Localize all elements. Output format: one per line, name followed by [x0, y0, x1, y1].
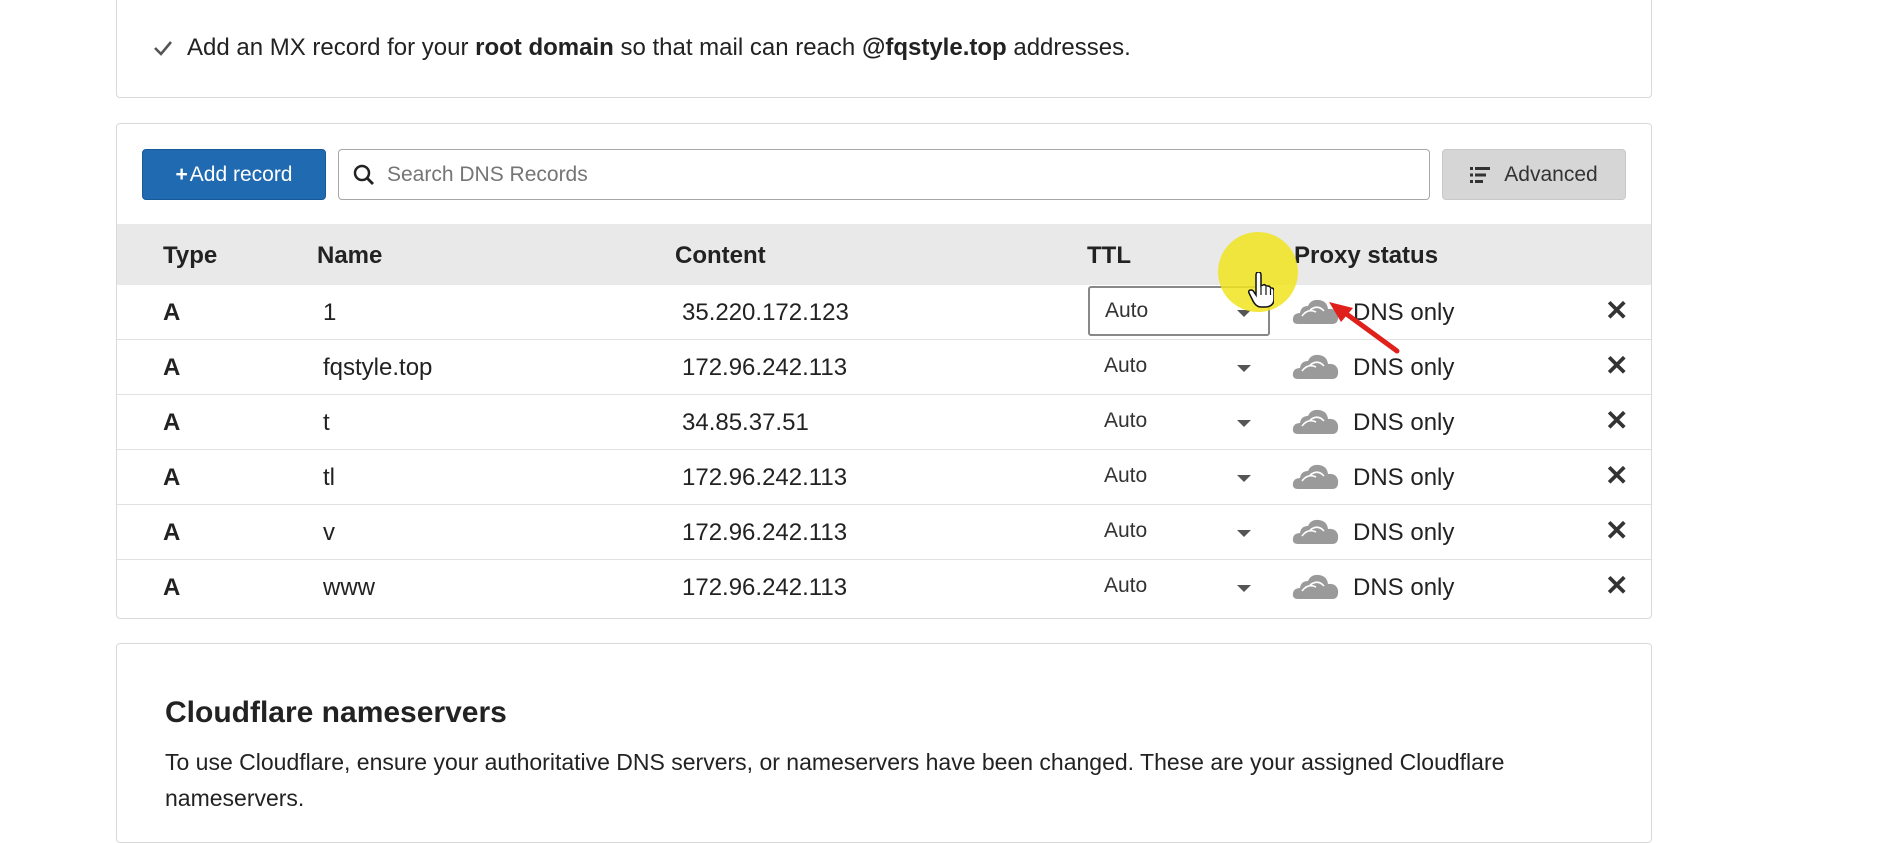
- plus-icon: +: [175, 162, 188, 186]
- header-name: Name: [317, 242, 383, 269]
- red-arrow-icon: [1329, 302, 1400, 354]
- mx-notice-root-domain: root domain: [475, 34, 614, 61]
- nameservers-card: Cloudflare nameservers To use Cloudflare…: [116, 643, 1652, 843]
- dns-records-card: +Add record Advanced Type Name Content T…: [116, 123, 1652, 619]
- record-type: A: [163, 464, 181, 491]
- table-row[interactable]: A www 172.96.242.113 Auto DNS only ✕: [117, 560, 1651, 615]
- nameservers-description: To use Cloudflare, ensure your authorita…: [165, 749, 1505, 811]
- table-header: Type Name Content TTL Proxy status: [117, 224, 1651, 285]
- mx-notice-card: Add an MX record for your root domain so…: [116, 0, 1652, 98]
- proxy-status: DNS only: [1353, 354, 1455, 381]
- table-row[interactable]: A 1 35.220.172.123 Auto DNS only ✕: [117, 285, 1651, 340]
- hand-cursor-icon: [1248, 272, 1274, 308]
- cloud-icon[interactable]: [1292, 353, 1340, 381]
- close-icon[interactable]: ✕: [1605, 407, 1628, 435]
- close-icon[interactable]: ✕: [1605, 517, 1628, 545]
- record-name: 1: [323, 299, 337, 326]
- mx-notice-prefix: Add an MX record for your: [187, 34, 469, 61]
- add-record-label: Add record: [189, 162, 293, 186]
- table-row[interactable]: A tl 172.96.242.113 Auto DNS only ✕: [117, 450, 1651, 505]
- close-icon[interactable]: ✕: [1605, 572, 1628, 600]
- search-input[interactable]: [385, 161, 1389, 188]
- record-content: 172.96.242.113: [682, 464, 848, 491]
- mx-notice-suffix: addresses.: [1013, 34, 1131, 61]
- header-ttl: TTL: [1087, 242, 1131, 269]
- caret-down-icon[interactable]: [1237, 420, 1251, 427]
- table-row[interactable]: A t 34.85.37.51 Auto DNS only ✕: [117, 395, 1651, 450]
- mx-notice-domain: @fqstyle.top: [861, 34, 1007, 61]
- record-type: A: [163, 574, 181, 601]
- record-name: fqstyle.top: [323, 354, 433, 381]
- search-icon: [353, 164, 374, 185]
- cloud-icon[interactable]: [1292, 463, 1340, 491]
- record-name: t: [323, 409, 330, 436]
- add-record-button[interactable]: + Add record: [142, 149, 326, 200]
- ttl-value: Auto: [1104, 464, 1148, 487]
- cloud-icon[interactable]: [1292, 518, 1340, 546]
- proxy-status: DNS only: [1353, 409, 1455, 436]
- check-icon: [154, 41, 172, 56]
- close-icon[interactable]: ✕: [1605, 462, 1628, 490]
- table-row[interactable]: A fqstyle.top 172.96.242.113 Auto DNS on…: [117, 340, 1651, 395]
- ttl-value: Auto: [1104, 574, 1148, 597]
- mx-notice-line: Add an MX record for your root domain so…: [153, 34, 1131, 62]
- caret-down-icon[interactable]: [1237, 530, 1251, 537]
- header-content: Content: [675, 242, 766, 269]
- proxy-status: DNS only: [1353, 574, 1455, 601]
- record-type: A: [163, 354, 181, 381]
- ttl-value: Auto: [1105, 299, 1149, 322]
- table-row[interactable]: A v 172.96.242.113 Auto DNS only ✕: [117, 505, 1651, 560]
- record-name: v: [323, 519, 335, 546]
- record-type: A: [163, 409, 181, 436]
- record-name: tl: [323, 464, 335, 491]
- filter-list-icon: [1470, 166, 1491, 183]
- record-name: www: [323, 574, 375, 601]
- search-box: [338, 149, 1430, 200]
- header-type: Type: [163, 242, 218, 269]
- record-content: 172.96.242.113: [682, 519, 848, 546]
- header-proxy-status: Proxy status: [1294, 242, 1439, 269]
- cloud-icon[interactable]: [1292, 408, 1340, 436]
- proxy-status: DNS only: [1353, 464, 1455, 491]
- mx-notice-middle: so that mail can reach: [620, 34, 856, 61]
- cloud-icon[interactable]: [1292, 573, 1340, 601]
- record-content: 35.220.172.123: [682, 299, 849, 326]
- record-type: A: [163, 299, 181, 326]
- caret-down-icon[interactable]: [1237, 475, 1251, 482]
- record-content: 34.85.37.51: [682, 409, 809, 436]
- advanced-label: Advanced: [1504, 162, 1598, 186]
- dns-toolbar: +Add record Advanced: [117, 124, 1651, 224]
- ttl-value: Auto: [1104, 354, 1148, 377]
- nameservers-title: Cloudflare nameservers: [165, 696, 507, 729]
- record-type: A: [163, 519, 181, 546]
- record-content: 172.96.242.113: [682, 574, 848, 601]
- caret-down-icon[interactable]: [1237, 365, 1251, 372]
- proxy-status: DNS only: [1353, 519, 1455, 546]
- ttl-value: Auto: [1104, 519, 1148, 542]
- ttl-value: Auto: [1104, 409, 1148, 432]
- close-icon[interactable]: ✕: [1605, 352, 1628, 380]
- advanced-button[interactable]: Advanced: [1442, 149, 1626, 200]
- close-icon[interactable]: ✕: [1605, 297, 1628, 325]
- record-content: 172.96.242.113: [682, 354, 848, 381]
- caret-down-icon[interactable]: [1237, 585, 1251, 592]
